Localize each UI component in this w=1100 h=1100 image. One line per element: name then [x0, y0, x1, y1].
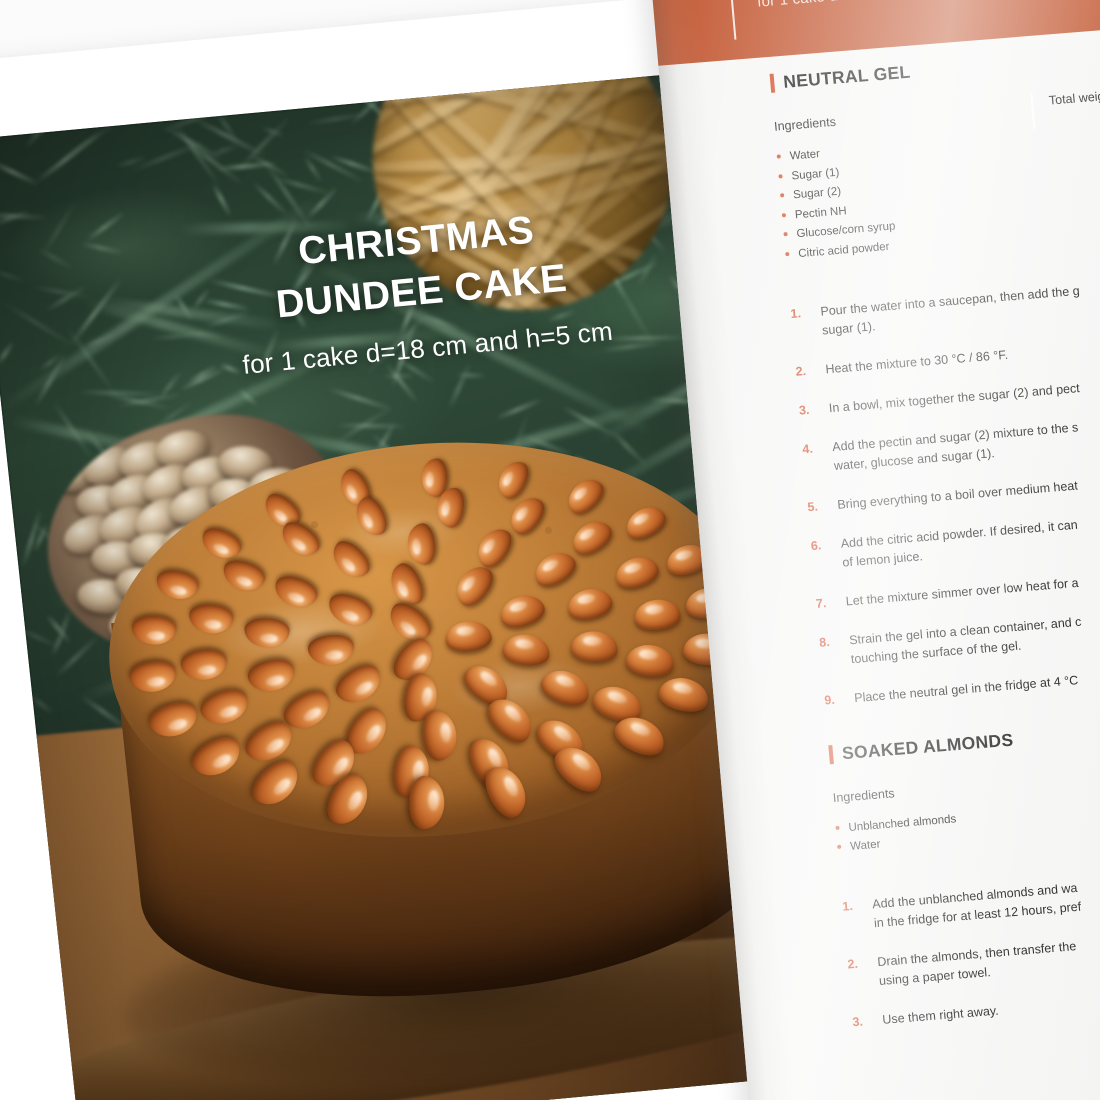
step-number: 3. — [852, 1011, 884, 1032]
bullet-icon — [837, 845, 841, 849]
recipe-body: NEUTRAL GEL Total weight: - 200 gIngredie… — [769, 35, 1100, 1052]
step-number: 1. — [842, 895, 875, 935]
step-text-line-1: Use them right away. — [882, 1004, 999, 1027]
ingredient-name: Glucose/corn syrup — [796, 220, 896, 240]
instruction-step: 1. Add the unblanched almonds and wa in th… — [842, 860, 1100, 936]
ingredients-label: Ingredients — [774, 82, 1100, 134]
ingredients-list: Water Sugar (1) Sugar (2) Pectin NH Glucose/… — [776, 114, 1100, 261]
section-heading-label: NEUTRAL GEL — [782, 62, 911, 93]
step-text: Add the unblanched almonds and wa in the … — [872, 860, 1100, 933]
bullet-icon — [783, 232, 787, 236]
ingredient-name: Sugar (1) — [791, 166, 840, 182]
instruction-step: 1. Pour the water into a saucepan, then a… — [790, 267, 1100, 343]
step-text-line-1: Bring everything to a boil over medium h… — [837, 478, 1079, 511]
step-number: 5. — [807, 495, 839, 516]
step-number: 1. — [790, 302, 823, 342]
ingredient-name: Unblanched almonds — [848, 813, 957, 834]
instruction-steps: 1. Add the unblanched almonds and wa in th… — [842, 860, 1100, 1032]
ingredients-block: Total weight: - 200 gIngredients Water Sug… — [774, 82, 1100, 261]
open-book-spread: CHRISTMAS DUNDEE CAKE for 1 cake d=18 cm… — [0, 0, 1100, 1100]
step-number: 8. — [818, 631, 851, 671]
section-accent-bar — [770, 74, 776, 93]
bullet-icon — [785, 251, 789, 255]
step-number: 7. — [815, 592, 847, 613]
header-divider-rule — [727, 0, 736, 40]
step-text-line-1: Let the mixture simmer over low heat for… — [845, 575, 1079, 608]
step-number: 3. — [798, 399, 830, 420]
step-text: Pour the water into a saucepan, then add… — [820, 267, 1100, 340]
step-number: 2. — [795, 360, 827, 381]
ingredient-name: Water — [850, 839, 881, 853]
section-accent-bar — [828, 745, 834, 764]
bullet-icon — [778, 174, 782, 178]
step-number: 2. — [847, 953, 880, 993]
instruction-steps: 1. Pour the water into a saucepan, then a… — [790, 267, 1100, 710]
bullet-icon — [777, 154, 781, 158]
bullet-icon — [782, 213, 786, 217]
ingredient-name: Sugar (2) — [793, 186, 842, 202]
total-weight-label: Total weight: - 200 g — [1048, 85, 1100, 108]
step-number: 9. — [824, 689, 856, 710]
page-subtitle: for 1 cake d=18 cm and h=5 cm — [757, 0, 975, 11]
ingredient-name: Water — [789, 148, 820, 162]
bullet-icon — [780, 193, 784, 197]
step-number: 4. — [802, 438, 835, 478]
bullet-icon — [835, 825, 839, 829]
ingredients-block: Ingredients Unblanched almonds Water — [832, 753, 1100, 854]
step-text-line-1: Heat the mixture to 30 °C / 86 °F. — [825, 347, 1009, 376]
step-number: 6. — [810, 534, 843, 574]
step-text-line-1: In a bowl, mix together the sugar (2) an… — [828, 381, 1080, 415]
step-text-line-1: Place the neutral gel in the fridge at 4… — [854, 673, 1079, 705]
ingredient-name: Pectin NH — [794, 205, 847, 221]
ingredient-name: Citric acid powder — [798, 240, 890, 259]
